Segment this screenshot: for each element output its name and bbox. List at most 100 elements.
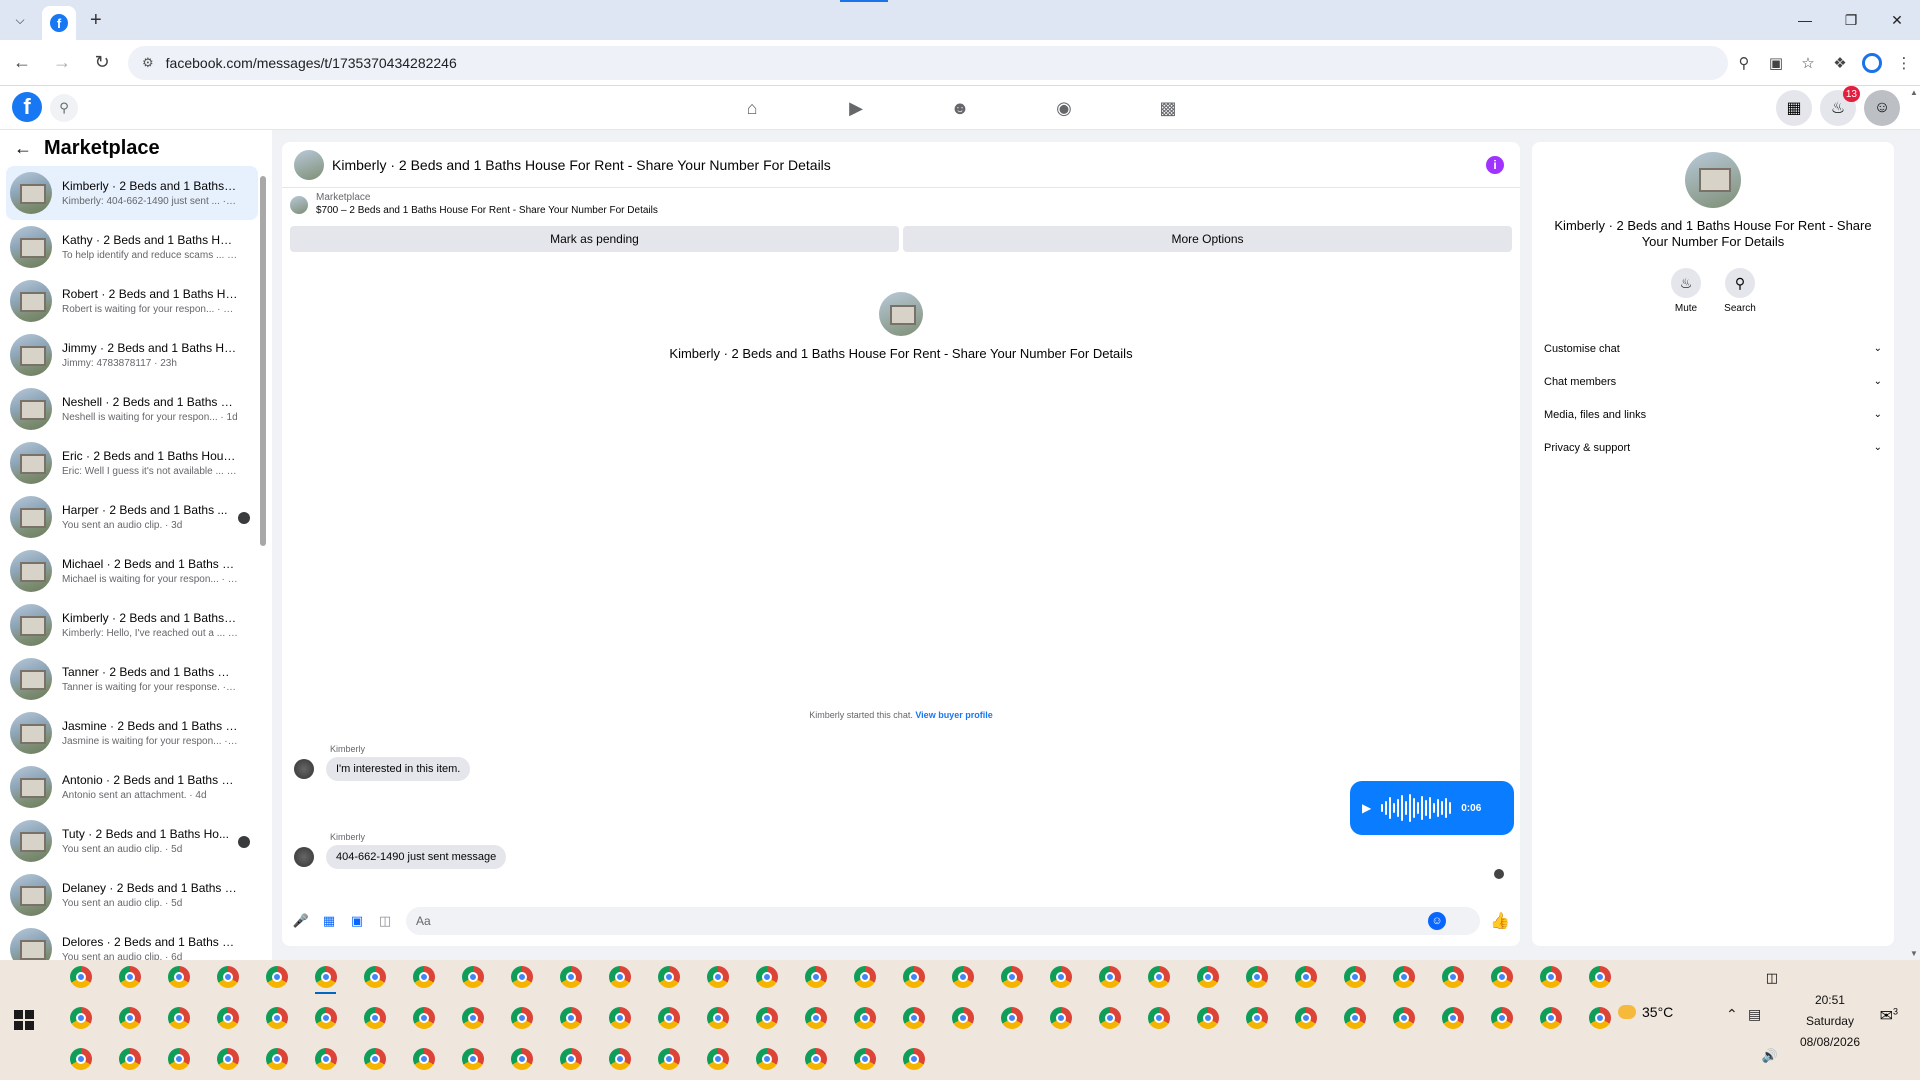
taskbar-chrome-icon[interactable] [944, 964, 981, 990]
site-info-icon[interactable]: ⚙ [142, 55, 154, 71]
message-bubble[interactable]: 404-662-1490 just sent message [326, 845, 507, 869]
install-app-icon[interactable]: ▣ [1760, 47, 1792, 79]
taskbar-chrome-icon[interactable] [601, 1046, 638, 1072]
taskbar-chrome-icon[interactable] [1238, 964, 1275, 990]
taskbar-chrome-icon[interactable] [895, 1046, 932, 1072]
tab-search-chevron-icon[interactable]: ⌵ [6, 6, 34, 34]
scroll-down-icon[interactable]: ▼ [1910, 949, 1918, 958]
search-button[interactable]: ⚲ Search [1724, 268, 1756, 314]
conversation-item[interactable]: Tuty · 2 Beds and 1 Baths Ho... You sent … [6, 814, 258, 868]
taskbar-chrome-icon[interactable] [503, 1046, 540, 1072]
back-arrow-icon[interactable]: ← [14, 138, 32, 159]
taskbar-chrome-icon[interactable] [1483, 964, 1520, 990]
taskbar-chrome-icon[interactable] [307, 1005, 344, 1031]
taskbar-chrome-icon[interactable] [209, 1005, 246, 1031]
taskbar-chrome-icon[interactable] [454, 1005, 491, 1031]
message-input[interactable] [406, 907, 1480, 935]
taskbar-chrome-icon[interactable] [503, 1005, 540, 1031]
video-icon[interactable]: ▶ [804, 86, 908, 130]
account-avatar[interactable]: ☺ [1864, 90, 1900, 126]
taskbar-chrome-icon[interactable] [1189, 964, 1226, 990]
notifications-bell-icon[interactable]: ♨ 13 [1820, 86, 1860, 126]
network-icon[interactable]: ▤ [1748, 1006, 1761, 1023]
browser-tab-facebook[interactable]: f [42, 6, 76, 40]
taskbar-chrome-icon[interactable] [1287, 964, 1324, 990]
taskbar-chrome-icon[interactable] [1091, 964, 1128, 990]
conversation-item[interactable]: Kathy · 2 Beds and 1 Baths Hou... To help… [6, 220, 258, 274]
sticker-icon[interactable]: ▣ [346, 910, 368, 932]
address-bar[interactable]: ⚙ facebook.com/messages/t/17353704342822… [128, 45, 1728, 80]
taskbar-chrome-icon[interactable] [1336, 964, 1373, 990]
taskbar-chrome-icon[interactable] [454, 1046, 491, 1072]
taskbar-chrome-icon[interactable] [111, 1046, 148, 1072]
taskbar-chrome-icon[interactable] [846, 1005, 883, 1031]
scroll-up-icon[interactable]: ▲ [1910, 88, 1918, 97]
new-tab-button[interactable]: + [90, 9, 102, 32]
taskbar-chrome-icon[interactable] [846, 1046, 883, 1072]
thumbs-up-icon[interactable]: 👍 [1488, 909, 1512, 933]
sender-avatar[interactable] [294, 847, 314, 867]
taskbar-chrome-icon[interactable] [405, 964, 442, 990]
taskbar-chrome-icon[interactable] [1532, 1005, 1569, 1031]
taskbar-chrome-icon[interactable] [356, 964, 393, 990]
taskbar-chrome-icon[interactable] [944, 1005, 981, 1031]
taskbar-chrome-icon[interactable] [258, 964, 295, 990]
taskbar-chrome-icon[interactable] [160, 1005, 197, 1031]
taskbar-chrome-icon[interactable] [993, 1005, 1030, 1031]
emoji-icon[interactable]: ☺ [1428, 912, 1446, 930]
taskbar-chrome-icon[interactable] [62, 1005, 99, 1031]
taskbar-chrome-icon[interactable] [1532, 964, 1569, 990]
info-icon[interactable]: i [1486, 156, 1504, 174]
microphone-icon[interactable]: 🎤 [290, 910, 312, 932]
taskbar-chrome-icon[interactable] [62, 1046, 99, 1072]
taskbar-chrome-icon[interactable] [1140, 1005, 1177, 1031]
conversation-item[interactable]: Jimmy · 2 Beds and 1 Baths Hou... Jimmy: … [6, 328, 258, 382]
conversation-item[interactable]: Kimberly · 2 Beds and 1 Baths H... Kimber… [6, 598, 258, 652]
taskbar-chrome-icon[interactable] [748, 1046, 785, 1072]
groups-icon[interactable]: ◉ [1012, 86, 1116, 130]
info-section[interactable]: Privacy & support ⌄ [1532, 431, 1894, 464]
page-scrollbar[interactable]: ▲ ▼ [1908, 86, 1920, 960]
taskbar-chrome-icon[interactable] [258, 1005, 295, 1031]
chat-avatar[interactable] [294, 149, 324, 180]
browser-menu-icon[interactable]: ⋮ [1888, 47, 1920, 79]
taskbar-chrome-icon[interactable] [454, 964, 491, 990]
taskbar-chrome-icon[interactable] [1042, 1005, 1079, 1031]
taskbar-chrome-icon[interactable] [1385, 1005, 1422, 1031]
taskbar-chrome-icon[interactable] [62, 964, 99, 990]
taskbar-chrome-icon[interactable] [601, 964, 638, 990]
volume-icon[interactable]: 🔊 [1762, 1048, 1778, 1064]
taskbar-chrome-icon[interactable] [307, 964, 344, 994]
home-icon[interactable]: ⌂ [700, 86, 804, 130]
task-view-icon[interactable]: ◫ [1766, 970, 1778, 986]
conversation-item[interactable]: Jasmine · 2 Beds and 1 Baths H... Jasmine… [6, 706, 258, 760]
taskbar-chrome-icon[interactable] [552, 1046, 589, 1072]
info-avatar[interactable] [1685, 152, 1741, 208]
message-bubble[interactable]: I'm interested in this item. [326, 757, 471, 781]
gif-icon[interactable]: ◫ [374, 910, 396, 932]
weather-widget[interactable]: 35°C [1618, 1004, 1673, 1020]
taskbar-chrome-icon[interactable] [699, 1046, 736, 1072]
taskbar-chrome-icon[interactable] [160, 1046, 197, 1072]
conversation-item[interactable]: Neshell · 2 Beds and 1 Baths Ho... Neshel… [6, 382, 258, 436]
listing-summary[interactable]: Marketplace $700 – 2 Beds and 1 Baths Ho… [290, 192, 1512, 226]
conversation-item[interactable]: Kimberly · 2 Beds and 1 Baths H... Kimber… [6, 166, 258, 220]
taskbar-chrome-icon[interactable] [650, 1005, 687, 1031]
conversation-item[interactable]: Robert · 2 Beds and 1 Baths Ho... Robert … [6, 274, 258, 328]
taskbar-chrome-icon[interactable] [356, 1046, 393, 1072]
conversation-item[interactable]: Tanner · 2 Beds and 1 Baths Ho... Tanner … [6, 652, 258, 706]
taskbar-chrome-icon[interactable] [209, 964, 246, 990]
mark-pending-button[interactable]: Mark as pending [290, 226, 899, 252]
taskbar-chrome-icon[interactable] [1336, 1005, 1373, 1031]
taskbar-chrome-icon[interactable] [1385, 964, 1422, 990]
taskbar-chrome-icon[interactable] [797, 1005, 834, 1031]
back-arrow-icon[interactable]: ← [4, 45, 40, 81]
taskbar-chrome-icon[interactable] [1434, 1005, 1471, 1031]
close-window-icon[interactable]: ✕ [1874, 0, 1920, 40]
sender-avatar[interactable] [294, 759, 314, 779]
info-section[interactable]: Customise chat ⌄ [1532, 332, 1894, 365]
photo-icon[interactable]: ▦ [318, 910, 340, 932]
taskbar-chrome-icon[interactable] [1140, 964, 1177, 990]
zoom-icon[interactable]: ⚲ [1728, 47, 1760, 79]
facebook-logo-icon[interactable]: f [12, 92, 42, 122]
